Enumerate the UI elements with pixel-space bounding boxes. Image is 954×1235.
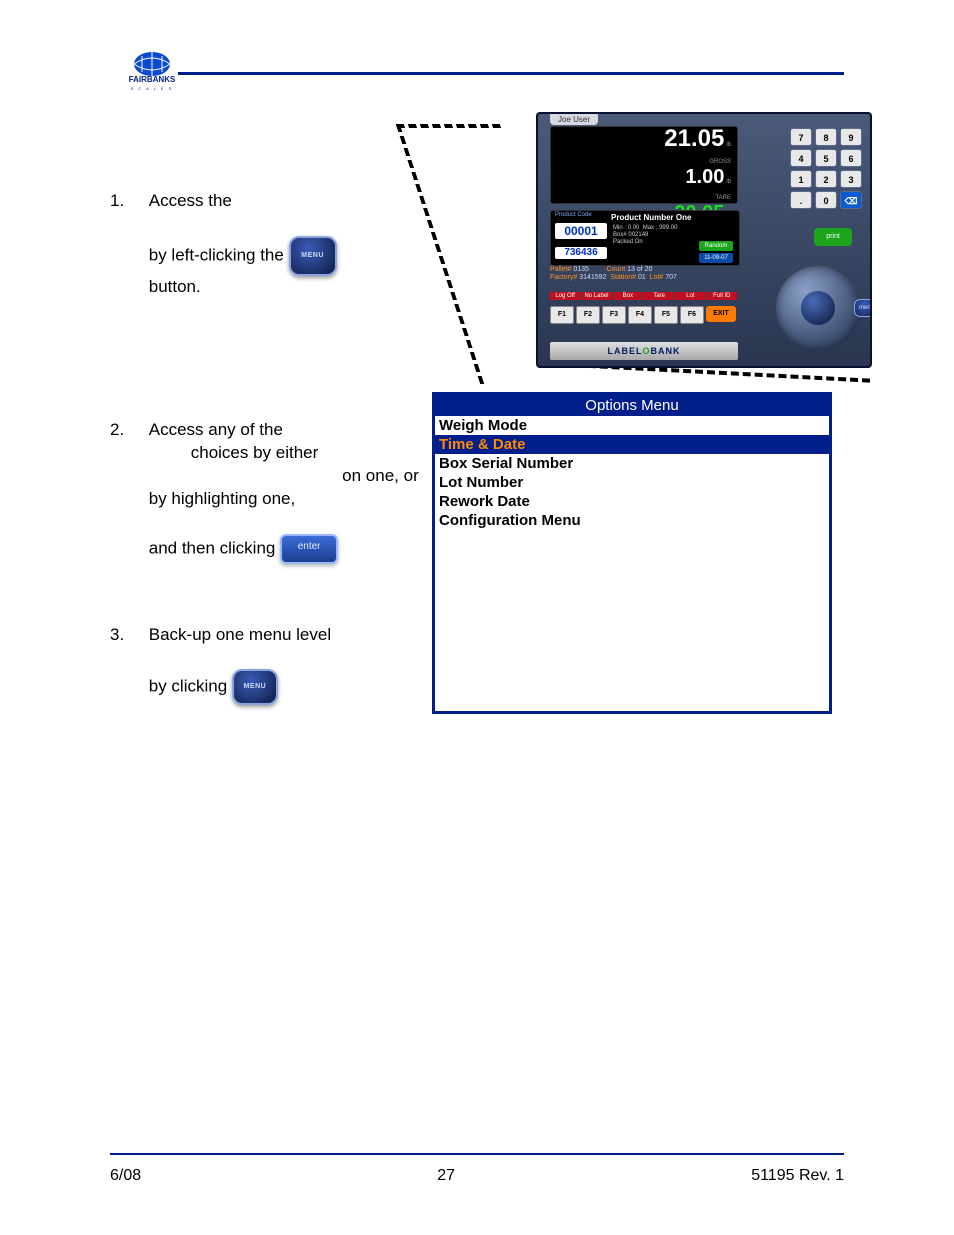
- page-number: 27: [437, 1167, 455, 1185]
- f-key[interactable]: F3: [602, 306, 626, 324]
- instruction-2: 2. Access any of the choices by either o…: [110, 419, 430, 564]
- tab[interactable]: No Label: [581, 292, 611, 300]
- product-code[interactable]: 00001: [555, 223, 607, 239]
- keypad-key[interactable]: 5: [815, 149, 837, 167]
- keypad-key[interactable]: 8: [815, 128, 837, 146]
- instruction-3: 3. Back-up one menu level by clicking ME…: [110, 624, 430, 706]
- exit-button[interactable]: EXIT: [706, 306, 736, 322]
- keypad-key[interactable]: 2: [815, 170, 837, 188]
- tab[interactable]: Box: [613, 292, 643, 300]
- device-screenshot: Joe User 21.05lbGROSS 1.00lbTARE 20.05lb…: [536, 112, 872, 368]
- tab[interactable]: Full ID: [707, 292, 737, 300]
- options-menu: Options Menu Weigh Mode Time & Date Box …: [432, 392, 832, 714]
- brand-bar: LABELOBANK: [550, 342, 738, 360]
- f-key[interactable]: F2: [576, 306, 600, 324]
- keypad-backspace[interactable]: ⌫: [840, 191, 862, 209]
- svg-text:S C A L E S: S C A L E S: [131, 86, 174, 91]
- keypad-key[interactable]: 3: [840, 170, 862, 188]
- f-key[interactable]: F1: [550, 306, 574, 324]
- keypad-key[interactable]: 0: [815, 191, 837, 209]
- date-button[interactable]: 11-09-07: [699, 253, 733, 263]
- product-name: Product Number One: [611, 213, 691, 222]
- keypad-key[interactable]: .: [790, 191, 812, 209]
- function-keys: F1 F2 F3 F4 F5 F6: [550, 306, 704, 324]
- tab[interactable]: Lot: [675, 292, 705, 300]
- tab[interactable]: Log Off: [550, 292, 580, 300]
- footer: 6/08 27 51195 Rev. 1: [110, 1167, 844, 1185]
- logo: FAIRBANKS S C A L E S: [122, 50, 182, 98]
- manufacturer-code[interactable]: 736436: [555, 247, 607, 259]
- keypad-key[interactable]: 7: [790, 128, 812, 146]
- instruction-1: 1. Access the by left-clicking the MENU …: [110, 190, 430, 299]
- logo-text: FAIRBANKS: [129, 75, 176, 84]
- nav-wheel[interactable]: menu: [776, 266, 860, 350]
- header-rule: [178, 72, 844, 75]
- tare-weight: 1.00: [685, 166, 724, 188]
- tab[interactable]: Tare: [644, 292, 674, 300]
- enter-button-icon[interactable]: enter: [280, 534, 338, 564]
- options-title: Options Menu: [435, 395, 829, 416]
- menu-button-icon[interactable]: MENU: [289, 236, 337, 276]
- f-key[interactable]: F6: [680, 306, 704, 324]
- footer-date: 6/08: [110, 1167, 141, 1185]
- keypad-key[interactable]: 4: [790, 149, 812, 167]
- option-item[interactable]: Time & Date: [435, 435, 829, 454]
- info-line: Pallet# 0135 Count 13 of 20 Factory# 314…: [550, 266, 738, 283]
- weight-display: 21.05lbGROSS 1.00lbTARE 20.05lbNET: [550, 126, 738, 204]
- f-key[interactable]: F4: [628, 306, 652, 324]
- keypad-key[interactable]: 9: [840, 128, 862, 146]
- footer-rule: [110, 1153, 844, 1155]
- window-titlebar: Joe User: [550, 114, 598, 125]
- keypad-key[interactable]: 1: [790, 170, 812, 188]
- gross-weight: 21.05: [664, 125, 724, 152]
- option-item[interactable]: Weigh Mode: [435, 416, 829, 435]
- random-button[interactable]: Random: [699, 241, 733, 251]
- print-button[interactable]: print: [814, 228, 852, 246]
- product-panel: Product Code 00001 Product Number One 73…: [550, 210, 740, 266]
- option-item[interactable]: Lot Number: [435, 473, 829, 492]
- option-item[interactable]: Configuration Menu: [435, 511, 829, 530]
- instructions: 1. Access the by left-clicking the MENU …: [110, 190, 430, 765]
- nav-menu-button[interactable]: menu: [854, 299, 872, 317]
- option-item[interactable]: Rework Date: [435, 492, 829, 511]
- keypad-key[interactable]: 6: [840, 149, 862, 167]
- tab-bar: Log Off No Label Box Tare Lot Full ID: [550, 292, 738, 300]
- menu-button-icon-2[interactable]: MENU: [232, 669, 278, 705]
- footer-rev: 51195 Rev. 1: [751, 1167, 844, 1185]
- option-item[interactable]: Box Serial Number: [435, 454, 829, 473]
- keypad: 7 8 9 4 5 6 1 2 3 . 0 ⌫: [790, 128, 862, 209]
- f-key[interactable]: F5: [654, 306, 678, 324]
